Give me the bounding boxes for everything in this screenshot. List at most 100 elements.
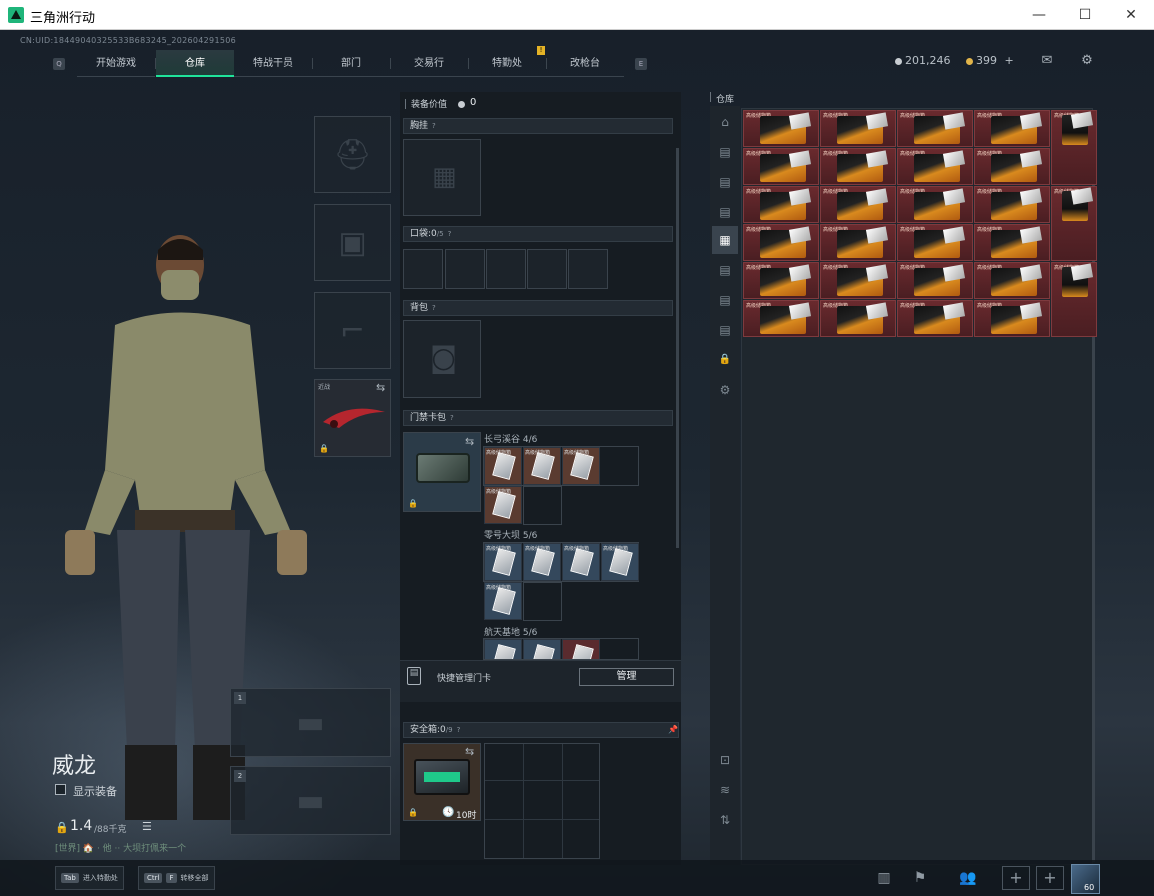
add-teammate-button[interactable]: + (1002, 866, 1030, 890)
warehouse-item[interactable]: 高级储物箱 (897, 110, 973, 147)
pocket-slot[interactable] (568, 249, 608, 289)
warehouse-item[interactable]: 高级储物箱 (820, 224, 896, 261)
tab-warehouse[interactable]: 仓库 (156, 50, 234, 77)
warehouse-tab-all[interactable]: ⌂ (712, 108, 738, 136)
help-icon[interactable]: ? (448, 230, 452, 238)
warehouse-item[interactable]: 高级储物箱 (820, 186, 896, 223)
keycard-empty-slot[interactable] (523, 486, 562, 525)
swap-icon[interactable]: ⇆ (376, 381, 385, 394)
warehouse-tab[interactable]: ▤ (712, 138, 738, 166)
help-icon[interactable]: ? (432, 304, 436, 312)
warehouse-item[interactable]: 高级储物箱 (1051, 262, 1097, 337)
avatar[interactable]: 60 (1071, 864, 1100, 894)
keycard-item[interactable]: 高级储物箱 (523, 543, 561, 581)
armor-slot[interactable]: ▣ (314, 204, 391, 281)
gear-icon[interactable]: ⚙ (712, 376, 738, 404)
lock-icon[interactable]: 🔒 (712, 346, 738, 374)
help-icon[interactable]: ? (432, 122, 436, 130)
warehouse-item[interactable]: 高级储物箱 (974, 186, 1050, 223)
secondary-weapon-slot[interactable]: 2 ▬ (230, 766, 391, 835)
minimize-button[interactable]: — (1016, 0, 1062, 30)
maximize-button[interactable]: ☐ (1062, 0, 1108, 30)
add-currency-button[interactable]: + (1005, 54, 1014, 67)
list-icon[interactable]: ☰ (142, 820, 152, 833)
swap-icon[interactable]: ⇆ (465, 745, 474, 758)
transfer-all-button[interactable]: Ctrl F 转移全部 (138, 866, 215, 890)
warehouse-item[interactable]: 高级储物箱 (1051, 110, 1097, 185)
tab-operators[interactable]: 特战干员 (234, 50, 312, 77)
warehouse-tab[interactable]: ▤ (712, 256, 738, 284)
friends-icon[interactable]: 👥 (950, 866, 986, 890)
sort-icon[interactable]: ⇅ (712, 806, 738, 834)
warehouse-item[interactable]: 高级储物箱 (974, 262, 1050, 299)
helmet-slot[interactable]: ⛑ (314, 116, 391, 193)
pin-icon[interactable]: 📌 (668, 723, 678, 737)
manage-button[interactable]: 管理 (579, 668, 674, 686)
warehouse-item[interactable]: 高级储物箱 (743, 148, 819, 185)
safebox-grid[interactable] (484, 743, 600, 859)
keycard-empty-slot[interactable] (523, 582, 562, 621)
warehouse-item[interactable]: 高级储物箱 (743, 186, 819, 223)
safebox-slot[interactable]: ⇆ 🔒 🕓 10时 (403, 743, 481, 821)
keycard-pack-slot[interactable]: ⇆ 🔒 (403, 432, 481, 512)
warehouse-tab[interactable]: ▤ (712, 316, 738, 344)
show-gear-checkbox[interactable] (55, 784, 66, 795)
scrollbar[interactable] (676, 148, 679, 548)
keycard-item[interactable] (484, 639, 522, 659)
warehouse-item[interactable]: 高级储物箱 (743, 224, 819, 261)
mail-icon[interactable]: ✉ (1038, 54, 1056, 68)
pocket-slot[interactable] (445, 249, 485, 289)
pocket-slot[interactable] (403, 249, 443, 289)
tab-gunsmith[interactable]: 改枪台 (546, 50, 624, 77)
close-button[interactable]: ✕ (1108, 0, 1154, 30)
warehouse-item[interactable]: 高级储物箱 (974, 148, 1050, 185)
chart-icon[interactable]: ▥ (870, 866, 898, 890)
warehouse-item[interactable]: 高级储物箱 (743, 300, 819, 337)
warehouse-item[interactable]: 高级储物箱 (743, 110, 819, 147)
keycard-item[interactable]: 高级储物箱 (601, 543, 639, 581)
pistol-slot[interactable]: ⌐ (314, 292, 391, 369)
warehouse-item[interactable]: 高级储物箱 (820, 148, 896, 185)
warehouse-tab[interactable]: ▤ (712, 198, 738, 226)
layers-icon[interactable]: ≋ (712, 776, 738, 804)
keycard-item[interactable] (523, 639, 561, 659)
warehouse-tab[interactable]: ▤ (712, 168, 738, 196)
warehouse-item[interactable]: 高级储物箱 (897, 186, 973, 223)
warehouse-item[interactable]: 高级储物箱 (743, 262, 819, 299)
pocket-slot[interactable] (486, 249, 526, 289)
help-icon[interactable]: ? (457, 726, 461, 734)
keycard-item[interactable]: 高级储物箱 (484, 447, 522, 485)
warehouse-item[interactable]: 高级储物箱 (1051, 186, 1097, 261)
warehouse-item[interactable]: 高级储物箱 (974, 224, 1050, 261)
gear-icon[interactable]: ⚙ (1078, 54, 1096, 68)
filter-icon[interactable]: ⊡ (712, 746, 738, 774)
tab-department[interactable]: 部门 (312, 50, 390, 77)
keycard-item[interactable]: 高级储物箱 (484, 486, 522, 524)
warehouse-item[interactable]: 高级储物箱 (897, 300, 973, 337)
keycard-item[interactable]: 高级储物箱 (562, 543, 600, 581)
warehouse-item[interactable]: 高级储物箱 (897, 262, 973, 299)
keycard-item[interactable]: 高级储物箱 (562, 447, 600, 485)
tab-trading[interactable]: 交易行 (390, 50, 468, 77)
warehouse-item[interactable]: 高级储物箱 (897, 148, 973, 185)
flag-icon[interactable]: ⚑ (906, 866, 934, 890)
primary-weapon-slot[interactable]: 1 ▬ (230, 688, 391, 757)
enter-special-ops-button[interactable]: Tab 进入特勤处 (55, 866, 124, 890)
warehouse-item[interactable]: 高级储物箱 (820, 110, 896, 147)
help-icon[interactable]: ? (450, 414, 454, 422)
warehouse-item[interactable]: 高级储物箱 (974, 110, 1050, 147)
warehouse-item[interactable]: 高级储物箱 (897, 224, 973, 261)
pocket-slot[interactable] (527, 249, 567, 289)
warehouse-tab-active[interactable]: ▦ (712, 226, 738, 254)
warehouse-item[interactable]: 高级储物箱 (820, 262, 896, 299)
keycard-item[interactable]: 高级储物箱 (484, 543, 522, 581)
warehouse-item[interactable]: 高级储物箱 (974, 300, 1050, 337)
warehouse-tab[interactable]: ▤ (712, 286, 738, 314)
warehouse-item[interactable]: 高级储物箱 (820, 300, 896, 337)
add-teammate-button[interactable]: + (1036, 866, 1064, 890)
backpack-slot[interactable]: ◙ (403, 320, 481, 398)
nav-next-key[interactable]: E (635, 58, 647, 70)
melee-slot[interactable]: 近战 ⇆ 🔒 (314, 379, 391, 457)
swap-icon[interactable]: ⇆ (465, 435, 474, 448)
keycard-item[interactable]: 高级储物箱 (484, 582, 522, 620)
